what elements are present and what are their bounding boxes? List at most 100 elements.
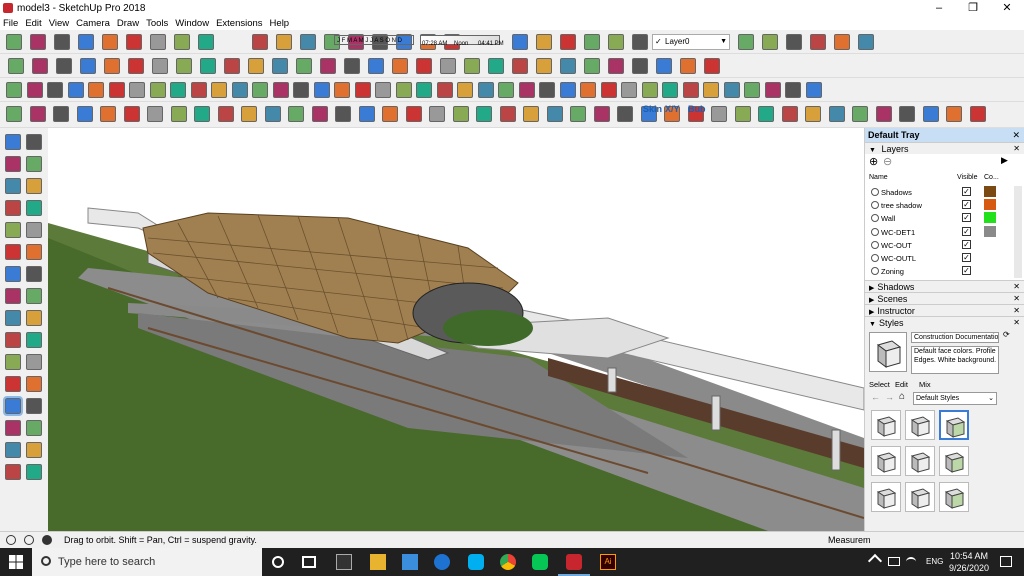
settings-icon[interactable] [170,106,187,122]
extrude-icon[interactable] [744,82,760,98]
protractor-icon[interactable] [559,82,576,98]
zoom-window-icon[interactable] [26,420,42,436]
polygon-icon[interactable] [26,222,42,238]
arrow-icon[interactable] [593,106,610,122]
previous-view-icon[interactable] [102,34,118,50]
style-thumbnail-item[interactable] [905,482,935,512]
component-icon[interactable] [457,82,473,98]
render-4-icon[interactable] [834,34,850,50]
render-2-icon[interactable] [786,34,802,50]
file-explorer-icon[interactable] [370,554,386,570]
group-icon[interactable] [26,82,43,98]
bubble-icon[interactable] [452,106,469,122]
back-arrow-icon[interactable]: ← [871,392,880,402]
add-detail-icon[interactable] [703,82,719,98]
bridge-icon[interactable] [570,106,586,122]
extension-icon[interactable] [100,106,116,122]
rotate-plugin-icon[interactable] [29,106,46,122]
layers-section-header[interactable]: ▼ Layers ✕ [865,142,1024,154]
layer-color-swatch[interactable] [984,239,996,250]
soften-icon[interactable] [354,82,371,98]
illustrator-icon[interactable]: Ai [600,554,616,570]
edge-icon[interactable] [434,554,450,570]
eraser-icon[interactable] [632,58,648,74]
chat-icon[interactable] [899,106,915,122]
add-detail-icon[interactable] [252,82,268,98]
layer-row[interactable]: WC-DET1 ✓ [865,225,1015,239]
outer-shell-icon[interactable] [368,58,384,74]
view-2-icon[interactable] [560,34,576,50]
style-icon[interactable] [828,106,845,122]
make-component-icon[interactable] [26,134,42,150]
forward-arrow-icon[interactable]: → [885,392,894,402]
axis-icon[interactable] [47,82,63,98]
layer-visible-checkbox[interactable]: ✓ [962,239,971,249]
view-5-icon[interactable] [632,34,648,50]
minimize-button[interactable]: – [922,0,956,16]
rotate-plugin-icon[interactable] [734,106,751,122]
drape-icon[interactable] [560,58,576,74]
help-icon[interactable] [42,535,52,545]
layer-row[interactable]: Zoning ✓ [865,265,1015,278]
flip-edge-icon[interactable] [723,82,740,98]
arc-icon[interactable] [680,58,696,74]
protractor-icon[interactable] [108,82,125,98]
circle-icon[interactable] [5,222,21,238]
pan-icon[interactable] [26,398,42,414]
mail-icon[interactable] [402,554,418,570]
style-thumbnail-item[interactable] [939,410,969,440]
style-thumbnail-item[interactable] [871,410,901,440]
photo-match-icon[interactable] [53,106,69,122]
layer-visible-checkbox[interactable]: ✓ [962,187,971,196]
style-icon[interactable] [123,106,140,122]
menu-file[interactable]: File [3,18,18,29]
active-layer-radio[interactable] [871,227,879,236]
arc-icon[interactable] [80,58,96,74]
rotate-icon[interactable] [176,58,192,74]
drape-icon[interactable] [231,82,248,98]
component-icon[interactable] [6,82,22,98]
layer-color-swatch[interactable] [984,199,996,211]
render-5-icon[interactable] [858,34,874,50]
rectangle-icon[interactable] [5,200,21,216]
chat-icon[interactable] [194,106,210,122]
weld-icon[interactable] [313,82,330,98]
pie-icon[interactable] [26,244,42,260]
warehouse-icon[interactable] [76,106,93,122]
maximize-button[interactable]: ❐ [956,0,990,16]
zoom-extents-icon[interactable] [5,442,21,458]
zoom-icon[interactable] [320,58,336,74]
scale-icon[interactable] [200,58,216,74]
layer-name[interactable]: Wall [881,214,895,223]
curve-icon[interactable] [334,82,350,98]
solid-icon[interactable] [344,58,360,74]
protractor-icon[interactable] [5,354,21,370]
extrude-icon[interactable] [293,82,309,98]
contour-icon[interactable] [190,82,207,98]
delete-layer-icon[interactable]: ⊖ [883,155,892,168]
task-view-icon[interactable] [302,556,316,568]
tray-overflow-icon[interactable] [867,553,883,569]
layer-color-swatch[interactable] [984,186,996,197]
taskbar-search[interactable]: Type here to search [32,548,262,576]
drape-icon[interactable] [682,82,699,98]
eraser-icon[interactable] [26,156,42,172]
smoothe-icon[interactable] [170,82,186,98]
dimension-icon[interactable] [26,332,42,348]
line-icon[interactable] [5,178,21,194]
shape-icon[interactable] [704,58,720,74]
sound-icon[interactable] [147,106,163,122]
position-camera-icon[interactable] [5,464,21,480]
layer-row[interactable]: Wall ✓ [865,212,1015,225]
fredo-icon[interactable] [416,82,432,98]
scale-icon[interactable] [5,310,21,326]
active-layer-radio[interactable] [871,201,879,210]
wifi-icon[interactable] [906,557,916,566]
smoothe-icon[interactable] [621,82,637,98]
offset-icon[interactable] [26,310,42,326]
home-icon[interactable]: ⌂ [899,391,905,402]
grid-icon[interactable] [358,106,375,122]
shield-icon[interactable] [946,106,962,122]
cortana-icon[interactable] [272,556,284,568]
line-icon[interactable] [656,58,672,74]
